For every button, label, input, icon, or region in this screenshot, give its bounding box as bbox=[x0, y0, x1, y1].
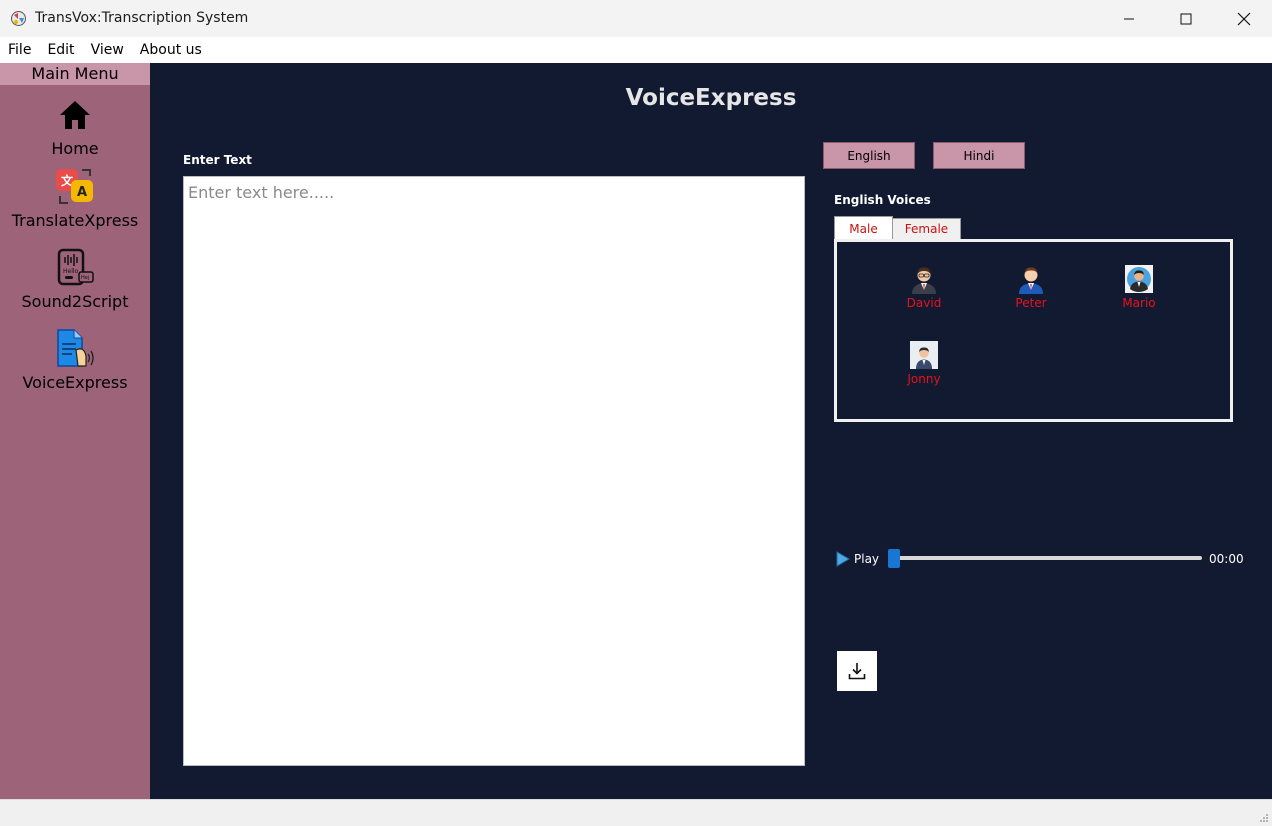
sidebar-item-label: VoiceExpress bbox=[22, 373, 128, 392]
download-icon bbox=[848, 663, 866, 680]
translate-icon: 文 A bbox=[56, 169, 93, 204]
svg-text:Hello: Hello bbox=[63, 268, 79, 275]
resize-grip-icon[interactable] bbox=[1259, 813, 1269, 823]
close-icon bbox=[1237, 12, 1251, 25]
man-avatar-icon bbox=[1019, 267, 1043, 294]
title-bar: TransVox:Transcription System bbox=[0, 0, 1272, 37]
sound-to-script-icon: Hello Hej bbox=[57, 248, 94, 286]
sidebar-item-label: Home bbox=[51, 139, 99, 158]
sidebar-item-translatexpress[interactable]: 文 A TranslateXpress bbox=[0, 165, 150, 245]
sidebar-item-home[interactable]: Home bbox=[0, 93, 150, 173]
sidebar-item-label: Sound2Script bbox=[21, 292, 129, 311]
menu-file[interactable]: File bbox=[0, 42, 39, 58]
voice-name: David bbox=[906, 296, 942, 310]
minimize-button[interactable] bbox=[1100, 0, 1158, 37]
download-button[interactable] bbox=[837, 651, 877, 691]
sidebar-item-label: TranslateXpress bbox=[11, 211, 139, 230]
seek-bar[interactable] bbox=[890, 556, 1202, 560]
svg-text:A: A bbox=[77, 185, 87, 200]
seek-handle[interactable] bbox=[888, 549, 900, 568]
text-input[interactable] bbox=[183, 176, 805, 766]
man-avatar-icon bbox=[912, 267, 936, 294]
minimize-icon bbox=[1124, 18, 1134, 19]
tab-female[interactable]: Female bbox=[892, 218, 961, 240]
voice-david[interactable]: David bbox=[884, 264, 964, 310]
menu-about-us[interactable]: About us bbox=[132, 42, 210, 58]
voices-panel: David Peter Mario Jonny bbox=[834, 239, 1233, 422]
maximize-icon bbox=[1180, 13, 1192, 24]
sidebar: Main Menu Home 文 A TranslateXpress Hello… bbox=[0, 63, 150, 799]
menu-bar: File Edit View About us bbox=[0, 37, 1272, 63]
voice-document-icon bbox=[57, 329, 94, 367]
voices-label: English Voices bbox=[834, 193, 931, 207]
play-icon bbox=[836, 551, 850, 567]
time-label: 00:00 bbox=[1209, 552, 1244, 566]
maximize-button[interactable] bbox=[1157, 0, 1215, 37]
voice-name: Peter bbox=[1015, 296, 1047, 310]
voice-name: Mario bbox=[1122, 296, 1156, 310]
man-avatar-icon bbox=[910, 341, 938, 369]
hindi-button[interactable]: Hindi bbox=[933, 142, 1025, 169]
voice-jonny[interactable]: Jonny bbox=[884, 340, 964, 386]
page-title: VoiceExpress bbox=[625, 85, 797, 111]
enter-text-label: Enter Text bbox=[183, 153, 252, 167]
play-button[interactable]: Play bbox=[836, 548, 879, 570]
menu-view[interactable]: View bbox=[83, 42, 132, 58]
sidebar-item-sound2script[interactable]: Hello Hej Sound2Script bbox=[0, 246, 150, 326]
tab-male[interactable]: Male bbox=[834, 216, 893, 241]
main-panel: VoiceExpress Enter Text English Hindi En… bbox=[150, 63, 1272, 799]
status-bar bbox=[0, 799, 1272, 826]
home-icon bbox=[60, 101, 90, 129]
voice-name: Jonny bbox=[907, 372, 941, 386]
svg-text:Hej: Hej bbox=[81, 275, 89, 281]
voice-mario[interactable]: Mario bbox=[1099, 264, 1179, 310]
close-button[interactable] bbox=[1215, 0, 1272, 37]
menu-edit[interactable]: Edit bbox=[39, 42, 82, 58]
window-title: TransVox:Transcription System bbox=[35, 10, 249, 26]
play-label: Play bbox=[854, 552, 880, 566]
voice-peter[interactable]: Peter bbox=[991, 264, 1071, 310]
sidebar-header: Main Menu bbox=[0, 63, 150, 85]
app-logo-icon bbox=[11, 11, 26, 26]
english-button[interactable]: English bbox=[823, 142, 915, 169]
sidebar-item-voiceexpress[interactable]: VoiceExpress bbox=[0, 327, 150, 407]
man-avatar-icon bbox=[1125, 265, 1153, 293]
